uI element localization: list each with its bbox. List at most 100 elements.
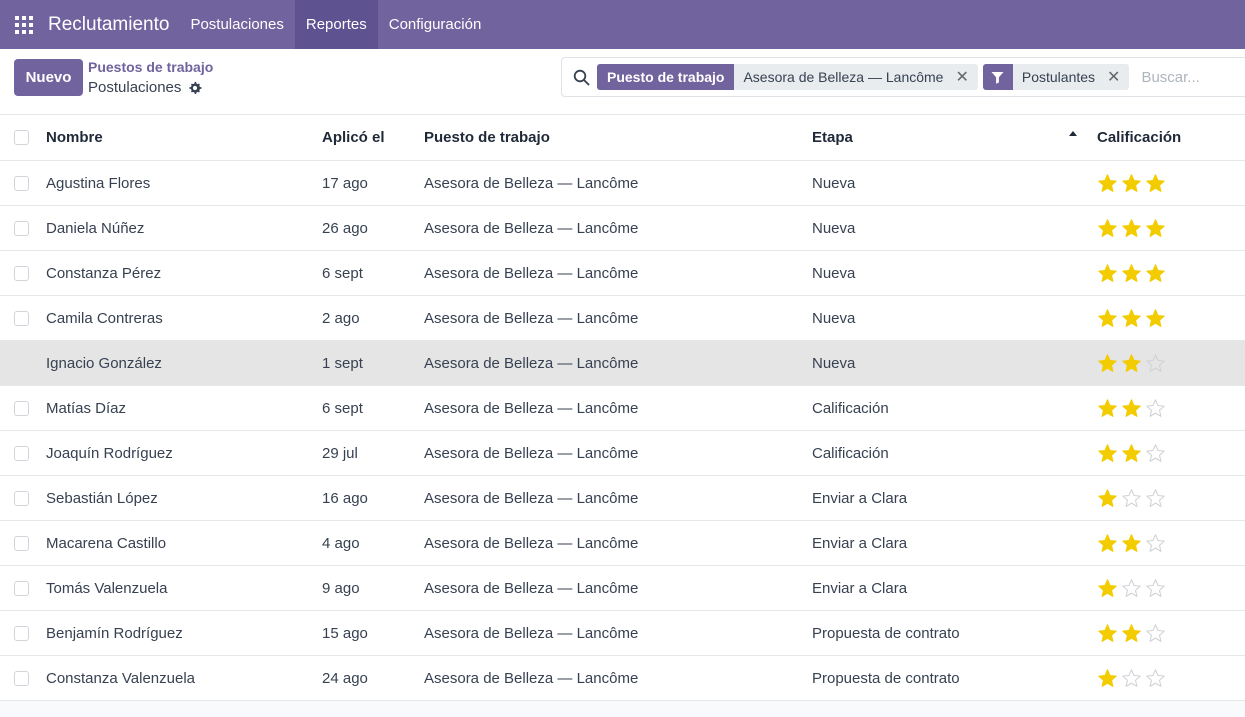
menu-reportes[interactable]: Reportes [294, 0, 378, 49]
breadcrumb-puestos[interactable]: Puestos de trabajo [88, 59, 213, 75]
star-icon[interactable] [1145, 533, 1166, 554]
cell-stage: Enviar a Clara [812, 534, 908, 552]
star-icon[interactable] [1145, 398, 1166, 419]
table-row[interactable]: Daniela Núñez 26 ago Asesora de Belleza — … [0, 206, 1245, 251]
row-checkbox[interactable] [14, 175, 29, 191]
row-checkbox[interactable] [14, 400, 29, 416]
star-icon[interactable] [1145, 488, 1166, 509]
facet-filter-close-icon[interactable]: ✕ [1107, 67, 1120, 87]
cell-name: Macarena Castillo [46, 534, 167, 552]
search-icon[interactable] [565, 58, 597, 96]
star-icon[interactable] [1097, 308, 1118, 329]
table-row[interactable]: Ignacio González 1 sept Asesora de Belleza… [0, 341, 1245, 386]
apps-menu-button[interactable] [0, 0, 48, 49]
cell-name: Benjamín Rodríguez [46, 624, 183, 642]
star-icon[interactable] [1121, 173, 1142, 194]
row-check-cell [14, 431, 29, 475]
star-icon[interactable] [1121, 398, 1142, 419]
search-input[interactable] [1141, 68, 1245, 86]
star-icon[interactable] [1121, 263, 1142, 284]
cell-name: Camila Contreras [46, 309, 163, 327]
star-icon[interactable] [1097, 398, 1118, 419]
star-icon[interactable] [1097, 218, 1118, 239]
table-row[interactable]: Macarena Castillo 4 ago Asesora de Belleza… [0, 521, 1245, 566]
column-header-date[interactable]: Aplicó el [322, 115, 385, 160]
column-header-stage[interactable]: Etapa [812, 115, 853, 160]
facet-job-close-icon[interactable]: ✕ [955, 67, 968, 87]
cell-rating [1097, 296, 1166, 340]
cell-name: Ignacio González [46, 354, 162, 372]
star-icon[interactable] [1121, 533, 1142, 554]
row-checkbox[interactable] [14, 625, 29, 641]
star-icon[interactable] [1121, 218, 1142, 239]
star-icon[interactable] [1145, 623, 1166, 644]
star-icon[interactable] [1121, 308, 1142, 329]
star-icon[interactable] [1121, 578, 1142, 599]
star-icon[interactable] [1145, 173, 1166, 194]
star-icon[interactable] [1145, 218, 1166, 239]
cell-rating [1097, 386, 1166, 430]
table-row[interactable]: Agustina Flores 17 ago Asesora de Belleza … [0, 161, 1245, 206]
filter-icon [982, 64, 1013, 90]
star-icon[interactable] [1097, 533, 1118, 554]
table-header: Nombre Aplicó el Puesto de trabajo Etapa… [0, 115, 1245, 161]
star-icon[interactable] [1145, 668, 1166, 689]
column-header-job[interactable]: Puesto de trabajo [424, 115, 550, 160]
table-row[interactable]: Benjamín Rodríguez 15 ago Asesora de Belle… [0, 611, 1245, 656]
cell-job: Asesora de Belleza — Lancôme [424, 624, 639, 642]
cell-name: Tomás Valenzuela [46, 579, 168, 597]
star-icon[interactable] [1145, 443, 1166, 464]
select-all-checkbox[interactable] [14, 130, 29, 145]
row-checkbox[interactable] [14, 445, 29, 461]
star-icon[interactable] [1145, 578, 1166, 599]
table-row[interactable]: Matías Díaz 6 sept Asesora de Belleza — La… [0, 386, 1245, 431]
table-row[interactable]: Sebastián López 16 ago Asesora de Belleza … [0, 476, 1245, 521]
star-icon[interactable] [1097, 668, 1118, 689]
star-icon[interactable] [1097, 623, 1118, 644]
cell-rating [1097, 476, 1166, 520]
table-row[interactable]: Constanza Pérez 6 sept Asesora de Belleza … [0, 251, 1245, 296]
select-all-cell [14, 115, 29, 160]
menu-configuracion[interactable]: Configuración [378, 0, 493, 49]
row-checkbox[interactable] [14, 535, 29, 551]
cell-date: 2 ago [322, 309, 360, 327]
cell-job: Asesora de Belleza — Lancôme [424, 219, 639, 237]
app-brand[interactable]: Reclutamiento [48, 0, 179, 49]
row-checkbox[interactable] [14, 670, 29, 686]
menu-postulaciones[interactable]: Postulaciones [179, 0, 294, 49]
star-icon[interactable] [1121, 353, 1142, 374]
row-check-cell [14, 611, 29, 655]
row-checkbox[interactable] [14, 580, 29, 596]
star-icon[interactable] [1145, 263, 1166, 284]
rating-stars [1097, 218, 1166, 239]
star-icon[interactable] [1121, 623, 1142, 644]
cell-name: Constanza Pérez [46, 264, 162, 282]
table-row[interactable]: Tomás Valenzuela 9 ago Asesora de Belleza … [0, 566, 1245, 611]
row-checkbox[interactable] [14, 310, 29, 326]
row-checkbox[interactable] [14, 220, 29, 236]
star-icon[interactable] [1121, 488, 1142, 509]
table-row[interactable]: Camila Contreras 2 ago Asesora de Belleza … [0, 296, 1245, 341]
sort-ascending-icon[interactable] [1069, 115, 1077, 160]
star-icon[interactable] [1121, 668, 1142, 689]
star-icon[interactable] [1145, 353, 1166, 374]
column-header-rating[interactable]: Calificación [1097, 115, 1181, 160]
facet-job-label: Puesto de trabajo [597, 64, 735, 90]
table-row[interactable]: Joaquín Rodríguez 29 jul Asesora de Bellez… [0, 431, 1245, 476]
star-icon[interactable] [1097, 488, 1118, 509]
column-header-name[interactable]: Nombre [46, 115, 103, 160]
row-checkbox[interactable] [14, 265, 29, 281]
gear-icon[interactable] [188, 81, 202, 95]
star-icon[interactable] [1121, 443, 1142, 464]
row-checkbox[interactable] [14, 490, 29, 506]
cell-name: Joaquín Rodríguez [46, 444, 173, 462]
star-icon[interactable] [1097, 353, 1118, 374]
star-icon[interactable] [1097, 173, 1118, 194]
star-icon[interactable] [1097, 443, 1118, 464]
table-row[interactable]: Constanza Valenzuela 24 ago Asesora de Bel… [0, 656, 1245, 701]
star-icon[interactable] [1097, 263, 1118, 284]
rating-stars [1097, 398, 1166, 419]
star-icon[interactable] [1145, 308, 1166, 329]
star-icon[interactable] [1097, 578, 1118, 599]
new-button[interactable]: Nuevo [14, 59, 83, 96]
